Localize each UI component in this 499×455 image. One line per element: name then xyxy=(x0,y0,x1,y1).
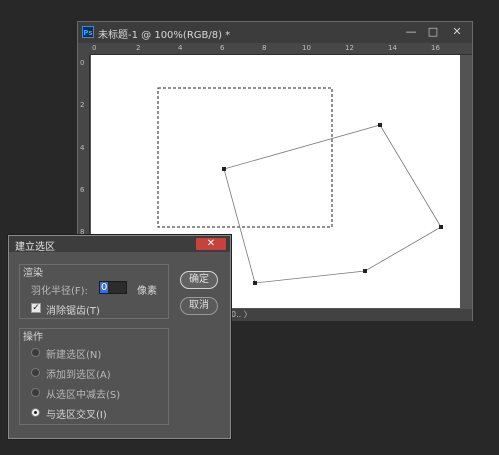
radio-add-to-selection[interactable] xyxy=(31,368,40,377)
path-anchor-point[interactable] xyxy=(439,225,443,229)
radio-new-selection-label[interactable]: 新建选区(N) xyxy=(46,346,101,361)
radio-new-selection[interactable] xyxy=(31,348,40,357)
ruler-tick: 0 xyxy=(80,59,85,67)
ruler-tick: 4 xyxy=(178,44,183,52)
radio-subtract-from-selection[interactable] xyxy=(31,388,40,397)
ok-button[interactable]: 确定 xyxy=(180,271,218,289)
ruler-tick: 14 xyxy=(388,44,397,52)
status-text[interactable]: 0.. 〉 xyxy=(231,309,252,321)
ruler-tick: 2 xyxy=(136,44,141,52)
horizontal-ruler[interactable]: 0 2 4 6 8 10 12 14 16 xyxy=(90,43,472,55)
dialog-titlebar[interactable]: 建立选区 ✕ xyxy=(9,236,230,253)
render-group-label: 渲染 xyxy=(23,268,43,279)
dialog-title: 建立选区 xyxy=(15,242,55,253)
path-anchor-point[interactable] xyxy=(378,123,382,127)
pixel-unit-label: 像素 xyxy=(137,286,157,297)
ruler-corner[interactable] xyxy=(78,43,90,55)
ruler-tick: 2 xyxy=(80,101,85,109)
radio-add-to-selection-label[interactable]: 添加到选区(A) xyxy=(46,366,111,381)
minimize-icon[interactable]: — xyxy=(404,25,418,39)
ruler-tick: 6 xyxy=(220,44,225,52)
make-selection-dialog: 建立选区 ✕ 渲染 羽化半径(F): 0 像素 ✓ 消除锯齿(T) 操作 新建选… xyxy=(8,235,231,439)
ruler-tick: 6 xyxy=(80,186,85,194)
radio-subtract-from-selection-label[interactable]: 从选区中减去(S) xyxy=(46,386,120,401)
cancel-button[interactable]: 取消 xyxy=(180,297,218,315)
photoshop-logo-icon: Ps xyxy=(82,26,94,38)
radio-intersect-with-selection-label[interactable]: 与选区交叉(I) xyxy=(46,406,107,421)
close-icon[interactable]: ✕ xyxy=(450,25,464,39)
path-anchor-point[interactable] xyxy=(222,167,226,171)
path-anchor-point[interactable] xyxy=(253,281,257,285)
antialias-label[interactable]: 消除锯齿(T) xyxy=(46,302,100,317)
document-title: 未标题-1 @ 100%(RGB/8) * xyxy=(98,30,231,41)
ruler-tick: 16 xyxy=(431,44,440,52)
ruler-tick: 8 xyxy=(262,44,267,52)
ruler-tick: 12 xyxy=(345,44,354,52)
ruler-tick: 0 xyxy=(92,44,97,52)
feather-radius-label: 羽化半径(F): xyxy=(31,286,88,297)
radio-intersect-with-selection[interactable] xyxy=(31,408,40,417)
rectangular-selection-marquee[interactable] xyxy=(157,87,333,228)
close-button[interactable]: ✕ xyxy=(196,238,226,250)
antialias-checkbox[interactable]: ✓ xyxy=(31,303,41,313)
feather-radius-input[interactable]: 0 xyxy=(99,281,127,294)
feather-radius-value: 0 xyxy=(100,282,109,293)
ruler-tick: 10 xyxy=(302,44,311,52)
restore-icon[interactable]: □ xyxy=(426,25,440,39)
document-titlebar[interactable]: Ps 未标题-1 @ 100%(RGB/8) * — □ ✕ xyxy=(78,22,472,43)
path-anchor-point[interactable] xyxy=(363,269,367,273)
ruler-tick: 4 xyxy=(80,144,85,152)
operation-group-label: 操作 xyxy=(23,332,43,343)
